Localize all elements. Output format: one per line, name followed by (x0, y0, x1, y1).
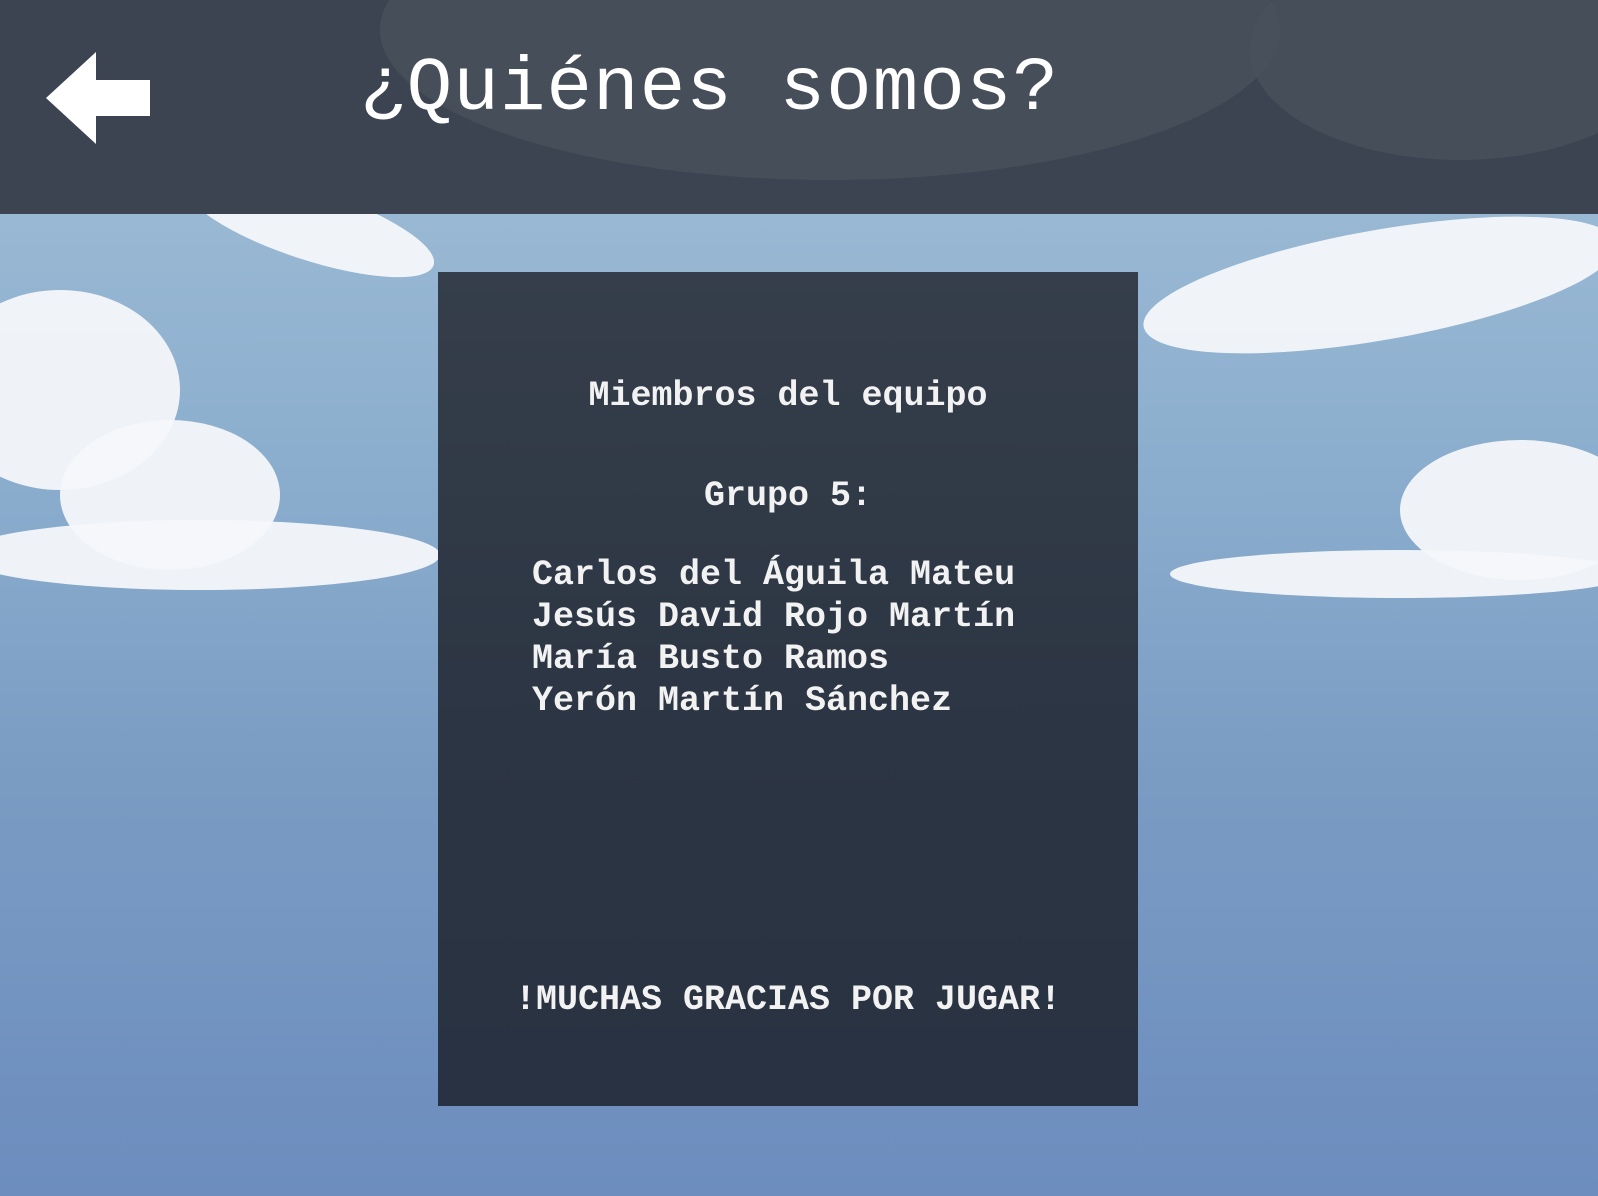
panel-heading: Miembros del equipo (588, 376, 988, 416)
credits-panel: Miembros del equipo Grupo 5: Carlos del … (438, 272, 1138, 1106)
top-bar: ¿Quiénes somos? (0, 0, 1598, 214)
cloud (1170, 550, 1598, 598)
member-name: María Busto Ramos (532, 639, 890, 679)
arrow-left-icon (46, 52, 150, 144)
group-label: Grupo 5: (703, 476, 873, 516)
back-button[interactable] (44, 50, 154, 146)
page-title: ¿Quiénes somos? (360, 46, 1060, 132)
member-name: Jesús David Rojo Martín (532, 597, 1016, 637)
member-name: Carlos del Águila Mateu (532, 555, 1016, 595)
member-name: Yerón Martín Sánchez (532, 681, 953, 721)
thanks-message: !MUCHAS GRACIAS POR JUGAR! (514, 980, 1062, 1020)
cloud (1134, 189, 1598, 381)
header-shade (1250, 0, 1598, 160)
cloud (0, 520, 440, 590)
members-list: Carlos del Águila Mateu Jesús David Rojo… (532, 554, 1015, 722)
